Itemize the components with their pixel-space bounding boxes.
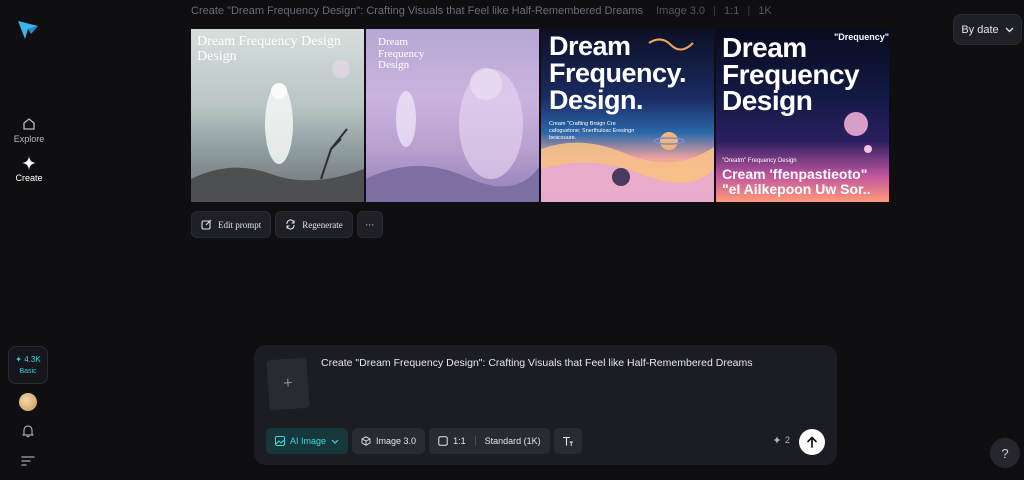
avatar[interactable] [19, 393, 37, 411]
image-3-headline: Dream Frequency. Design. [549, 31, 687, 115]
generation-count-value: 2 [785, 435, 791, 445]
header-resolution: 1K [758, 5, 772, 17]
image-4-footnote: "Oreatm" Frequency Design [722, 158, 797, 164]
image-2-caption: Dream Frequency Design [378, 36, 425, 72]
plus-icon: + [282, 374, 294, 393]
ai-image-mode-dropdown[interactable]: AI Image [266, 428, 349, 454]
image-3-subtext: Cream "Crafting Brsign Cre cafogustone; … [549, 121, 635, 142]
help-button[interactable]: ? [990, 438, 1020, 468]
logo-icon[interactable] [17, 18, 39, 40]
credits-badge[interactable]: ✦ 4.3K Basic [8, 346, 48, 384]
text-style-button[interactable] [553, 428, 582, 454]
mode-label: AI Image [290, 436, 327, 446]
ratio-label: 1:1 [453, 436, 466, 446]
ratio-quality-selector[interactable]: 1:1 Standard (1K) [429, 428, 550, 454]
text-icon [562, 436, 573, 446]
regenerate-button[interactable]: Regenerate [275, 211, 353, 238]
home-icon [23, 118, 35, 130]
chevron-down-icon [1005, 27, 1014, 32]
arrow-up-icon [807, 436, 817, 448]
nav-create-label: Create [15, 173, 43, 183]
regenerate-label: Regenerate [302, 219, 343, 230]
generated-image-1[interactable]: Dream Frequency Design Design [191, 29, 364, 202]
generated-image-3[interactable]: Dream Frequency. Design. Cream "Crafting… [541, 29, 714, 202]
cube-icon [361, 436, 371, 446]
header-prompt: Create "Dream Frequency Design": Craftin… [191, 5, 644, 17]
model-selector[interactable]: Image 3.0 [352, 428, 426, 454]
credits-tier: Basic [19, 368, 37, 375]
sort-label: By date [961, 23, 999, 36]
image-4-headline: Dream Frequency Design [722, 32, 860, 117]
more-options-button[interactable]: ··· [356, 211, 383, 238]
nav-create[interactable]: Create [0, 156, 58, 183]
help-icon: ? [1001, 445, 1009, 461]
menu-icon[interactable] [20, 453, 36, 469]
composer-toolbar: AI Image Image 3.0 1:1 Standard (1K) [266, 428, 582, 454]
app-root: Explore Create ✦ 4.3K Basic Create "Drea… [0, 0, 1024, 480]
image-1-caption: Dream Frequency Design Design [197, 34, 341, 64]
edit-prompt-button[interactable]: Edit prompt [191, 211, 272, 238]
refresh-icon [286, 219, 295, 230]
send-button[interactable] [799, 429, 825, 455]
nav-explore[interactable]: Explore [0, 117, 58, 144]
header-model: Image 3.0 [656, 5, 706, 17]
bell-icon[interactable] [20, 423, 36, 439]
sidebar: Explore Create ✦ 4.3K Basic [0, 0, 58, 480]
sparkle-icon [22, 156, 36, 170]
generation-count: 2 [773, 435, 790, 445]
edit-icon [201, 219, 212, 230]
generated-image-2[interactable]: Dream Frequency Design [366, 29, 539, 202]
divider [474, 436, 476, 446]
image-upload-button[interactable]: + [266, 357, 310, 411]
image-gallery: Dream Frequency Design Design Dream Freq… [191, 29, 889, 202]
quality-label: Standard (1K) [484, 436, 541, 446]
model-label: Image 3.0 [376, 436, 417, 446]
header-ratio: 1:1 [724, 5, 740, 17]
edit-prompt-label: Edit prompt [218, 219, 262, 230]
prompt-composer: + Create "Dream Frequency Design": Craft… [254, 345, 837, 465]
sort-by-date-button[interactable]: By date [953, 14, 1022, 45]
chevron-down-icon [331, 439, 339, 444]
generated-image-4[interactable]: "Drequency" Dream Frequency Design "Orea… [716, 29, 889, 202]
generation-prompt-header: Create "Dream Frequency Design": Craftin… [191, 5, 772, 17]
image-4-footer: Cream 'ffenpastieoto" "eI Ailkepoon Uw S… [722, 166, 871, 197]
nav-explore-label: Explore [13, 134, 45, 144]
more-icon: ··· [365, 219, 375, 230]
image-icon [275, 436, 285, 446]
image-actions: Edit prompt Regenerate ··· [191, 211, 383, 238]
credits-amount: ✦ 4.3K [15, 355, 41, 364]
prompt-input[interactable]: Create "Dream Frequency Design": Craftin… [321, 357, 753, 369]
aspect-ratio-icon [438, 436, 448, 446]
sparkle-icon [773, 436, 781, 444]
